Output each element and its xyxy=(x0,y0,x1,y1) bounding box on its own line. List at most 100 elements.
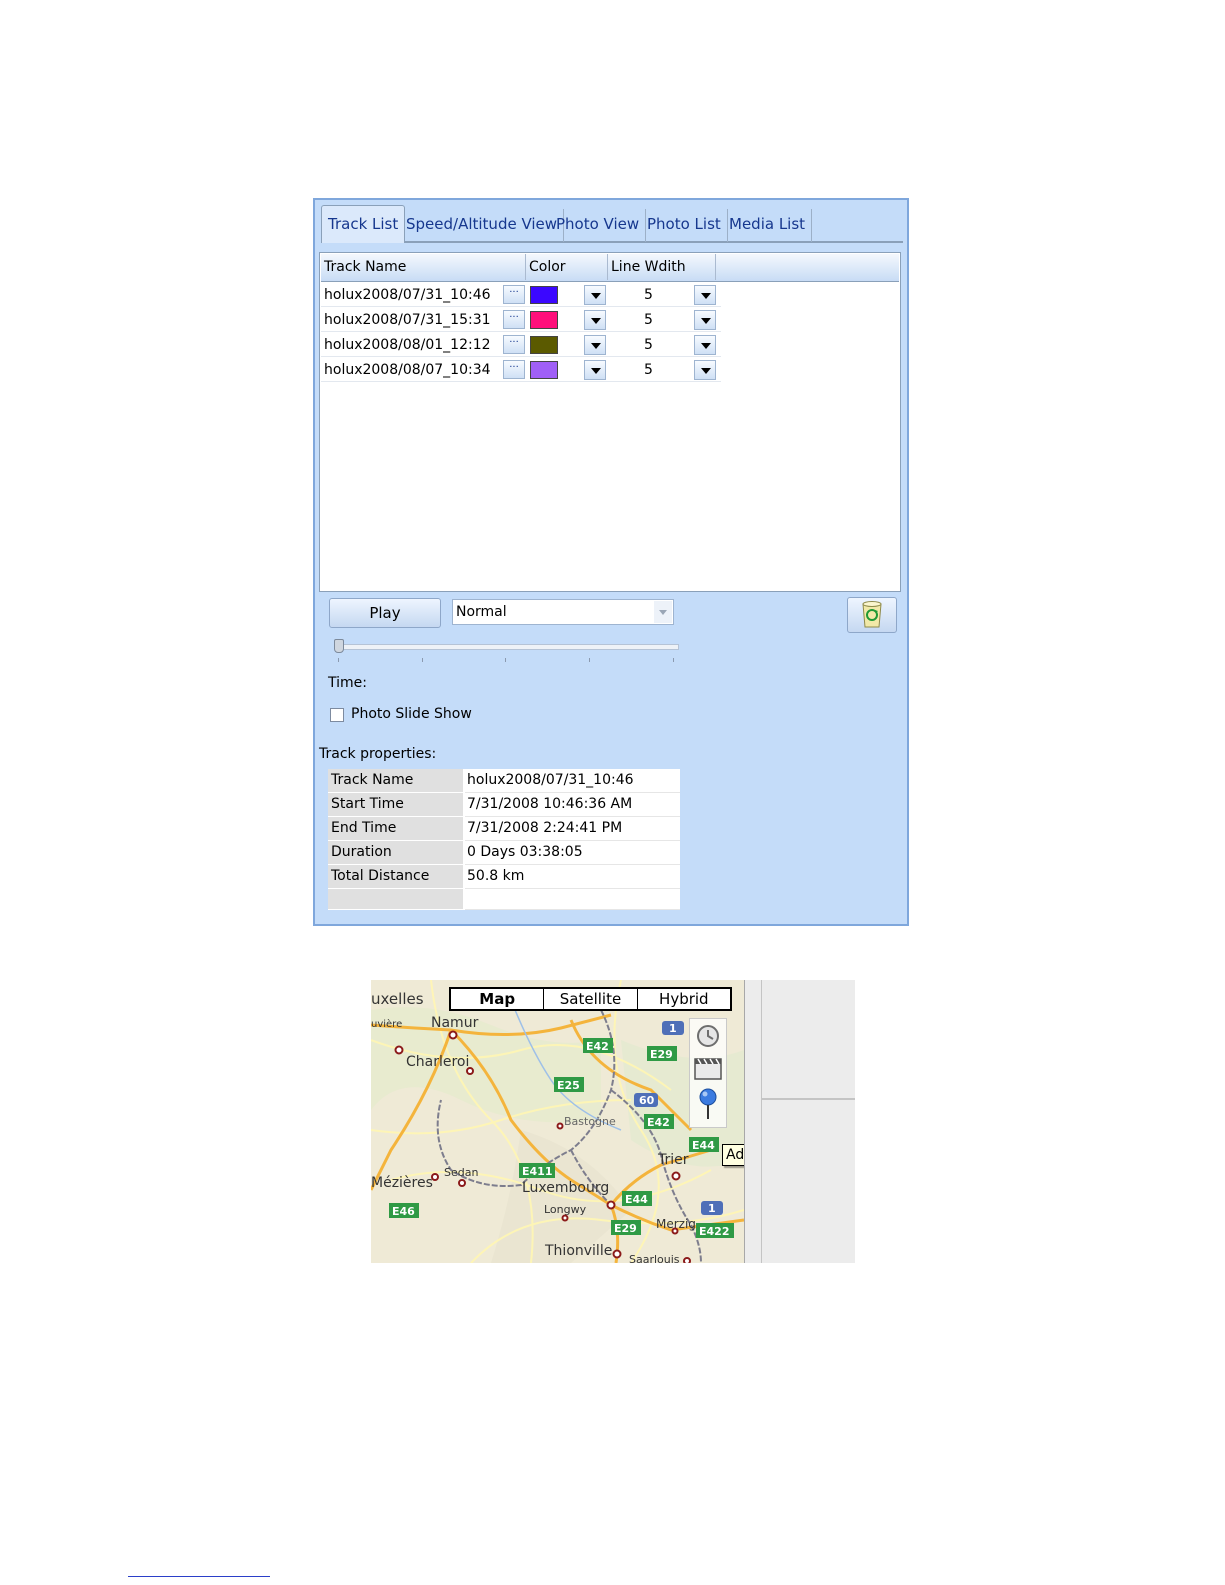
property-value[interactable]: 0 Days 03:38:05 xyxy=(465,841,680,865)
property-key xyxy=(328,889,464,910)
tab-speed-altitude-view[interactable]: Speed/Altitude View xyxy=(400,209,565,242)
property-key: End Time xyxy=(328,817,464,841)
road-shield: 1 xyxy=(669,1022,677,1035)
tab-bar: Track List Speed/Altitude View Photo Vie… xyxy=(321,205,903,243)
line-width-dropdown-button[interactable] xyxy=(694,335,716,355)
map-label-trier: Trier xyxy=(657,1152,689,1168)
map-tools-icons xyxy=(694,1025,722,1119)
track-name-edit-button[interactable]: ··· xyxy=(503,360,525,379)
map-type-map-button[interactable]: Map xyxy=(451,989,545,1009)
line-width-value: 5 xyxy=(644,287,653,303)
track-name-cell: holux2008/08/01_12:12 xyxy=(324,337,491,353)
playback-speed-select[interactable]: Normal xyxy=(452,599,674,625)
color-dropdown-button[interactable] xyxy=(584,360,606,380)
map-label-charleroi: Charleroi xyxy=(406,1054,469,1070)
chevron-down-icon[interactable] xyxy=(654,601,672,623)
tab-track-list[interactable]: Track List xyxy=(321,205,406,243)
playback-slider-thumb[interactable] xyxy=(334,639,344,653)
property-value[interactable]: 7/31/2008 10:46:36 AM xyxy=(465,793,680,817)
property-value[interactable]: holux2008/07/31_10:46 xyxy=(465,769,680,793)
line-width-value: 5 xyxy=(644,362,653,378)
map-type-hybrid-button[interactable]: Hybrid xyxy=(638,989,730,1009)
playback-speed-value: Normal xyxy=(456,604,507,620)
row-divider xyxy=(321,356,721,357)
road-shield: E29 xyxy=(650,1048,673,1061)
track-row[interactable]: holux2008/08/01_12:12 ··· 5 xyxy=(321,333,721,357)
color-dropdown-button[interactable] xyxy=(584,310,606,330)
map-label-thionville: Thionville xyxy=(544,1243,612,1259)
line-width-dropdown-button[interactable] xyxy=(694,360,716,380)
track-name-edit-button[interactable]: ··· xyxy=(503,285,525,304)
recycle-bin-button[interactable] xyxy=(847,597,897,633)
photo-slide-show-checkbox[interactable] xyxy=(330,708,344,722)
property-value[interactable]: 50.8 km xyxy=(465,865,680,889)
line-width-value: 5 xyxy=(644,312,653,328)
track-row[interactable]: holux2008/07/31_15:31 ··· 5 xyxy=(321,308,721,332)
slider-tick xyxy=(505,658,506,662)
column-header-color[interactable]: Color xyxy=(526,254,608,280)
map-label-longwy: Longwy xyxy=(544,1203,587,1216)
road-shield: 60 xyxy=(639,1094,655,1107)
map-view[interactable]: uxelles uvière Namur Charleroi Bastogne … xyxy=(371,980,855,1263)
map-label-saarlouis: Saarlouis xyxy=(629,1253,680,1263)
road-shield: E44 xyxy=(625,1193,648,1206)
road-shield: E411 xyxy=(522,1165,552,1178)
photo-slide-show-label[interactable]: Photo Slide Show xyxy=(351,706,472,722)
map-type-switcher: Map Satellite Hybrid xyxy=(449,987,732,1011)
property-row: Start Time 7/31/2008 10:46:36 AM xyxy=(328,793,680,817)
map-label-namur: Namur xyxy=(431,1015,479,1031)
history-icon[interactable] xyxy=(697,1025,719,1047)
tab-photo-list[interactable]: Photo List xyxy=(641,209,728,242)
divider xyxy=(762,1098,855,1100)
play-button[interactable]: Play xyxy=(329,598,441,628)
road-shield: E42 xyxy=(647,1116,670,1129)
slider-tick xyxy=(589,658,590,662)
time-label: Time: xyxy=(328,675,367,691)
map-tool-strip xyxy=(689,1018,727,1128)
divider xyxy=(761,980,762,1263)
row-divider xyxy=(321,381,721,382)
track-row[interactable]: holux2008/07/31_10:46 ··· 5 xyxy=(321,283,721,307)
playback-slider-track[interactable] xyxy=(335,644,679,650)
property-value[interactable]: 7/31/2008 2:24:41 PM xyxy=(465,817,680,841)
map-label-sedan: Sedan xyxy=(444,1166,478,1179)
road-shield: E25 xyxy=(557,1079,580,1092)
track-name-edit-button[interactable]: ··· xyxy=(503,335,525,354)
tab-photo-view[interactable]: Photo View xyxy=(550,209,647,242)
color-dropdown-button[interactable] xyxy=(584,335,606,355)
property-key: Duration xyxy=(328,841,464,865)
map-label-uviere: uvière xyxy=(371,1018,402,1030)
track-name-cell: holux2008/08/07_10:34 xyxy=(324,362,491,378)
property-value[interactable] xyxy=(465,889,680,910)
footnote-rule xyxy=(128,1576,270,1577)
row-divider xyxy=(321,331,721,332)
color-dropdown-button[interactable] xyxy=(584,285,606,305)
road-shield: E46 xyxy=(392,1205,415,1218)
track-list-panel: Track List Speed/Altitude View Photo Vie… xyxy=(313,198,909,926)
property-row: Track Name holux2008/07/31_10:46 xyxy=(328,769,680,793)
property-row: End Time 7/31/2008 2:24:41 PM xyxy=(328,817,680,841)
track-color-swatch[interactable] xyxy=(530,286,558,304)
road-shield: 1 xyxy=(708,1202,716,1215)
column-header-line-width[interactable]: Line Wdith xyxy=(608,254,716,280)
road-shield: E422 xyxy=(699,1225,729,1238)
track-color-swatch[interactable] xyxy=(530,361,558,379)
road-shield: E42 xyxy=(586,1040,609,1053)
column-header-track-name[interactable]: Track Name xyxy=(321,254,526,280)
track-row[interactable]: holux2008/08/07_10:34 ··· 5 xyxy=(321,358,721,382)
slider-tick xyxy=(673,658,674,662)
property-row: Total Distance 50.8 km xyxy=(328,865,680,889)
map-label-mezieres: Mézières xyxy=(371,1175,433,1191)
line-width-dropdown-button[interactable] xyxy=(694,310,716,330)
film-icon[interactable] xyxy=(694,1058,722,1080)
map-type-satellite-button[interactable]: Satellite xyxy=(544,989,638,1009)
track-name-cell: holux2008/07/31_15:31 xyxy=(324,312,491,328)
placemark-pin-icon[interactable] xyxy=(699,1088,717,1119)
track-name-edit-button[interactable]: ··· xyxy=(503,310,525,329)
track-color-swatch[interactable] xyxy=(530,336,558,354)
tab-media-list[interactable]: Media List xyxy=(723,209,813,242)
slider-tick xyxy=(338,658,339,662)
track-color-swatch[interactable] xyxy=(530,311,558,329)
line-width-dropdown-button[interactable] xyxy=(694,285,716,305)
track-properties-grid: Track Name holux2008/07/31_10:46 Start T… xyxy=(328,769,680,910)
